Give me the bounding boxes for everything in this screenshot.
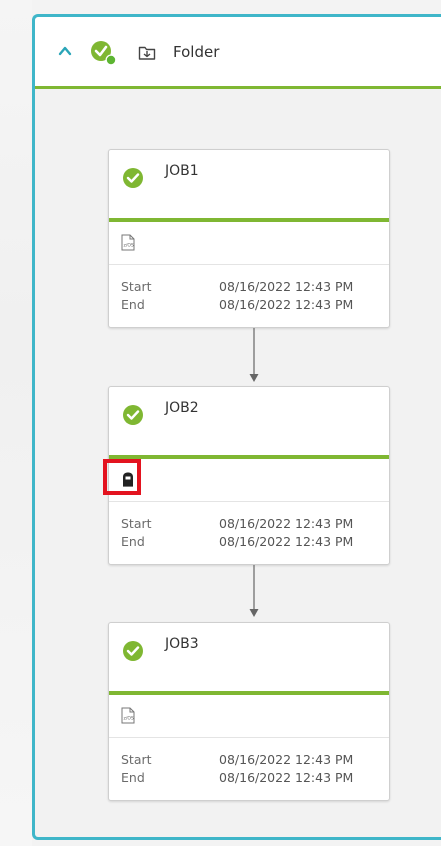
workflow-canvas: Folder JOB1 z/OS Start 08/16/2022 12:43 … <box>0 0 441 846</box>
start-label: Start <box>121 279 152 294</box>
status-ok-icon <box>123 641 143 661</box>
folder-title: Folder <box>173 43 220 61</box>
job-card-job1[interactable]: JOB1 z/OS Start 08/16/2022 12:43 PM End … <box>108 149 390 328</box>
job-name: JOB2 <box>165 400 199 416</box>
script-file-icon: z/OS <box>121 707 135 724</box>
sidebar-shade <box>0 0 32 846</box>
folder-header[interactable]: Folder <box>35 17 441 89</box>
end-label: End <box>121 297 145 312</box>
end-time: 08/16/2022 12:43 PM <box>219 534 354 549</box>
start-time: 08/16/2022 12:43 PM <box>219 752 354 767</box>
status-ok-icon <box>123 405 143 425</box>
end-label: End <box>121 770 145 785</box>
start-time: 08/16/2022 12:43 PM <box>219 516 354 531</box>
chevron-up-icon[interactable] <box>58 44 72 58</box>
svg-text:z/OS: z/OS <box>124 716 134 722</box>
end-time: 08/16/2022 12:43 PM <box>219 770 354 785</box>
flow-arrow <box>249 565 259 617</box>
job-name: JOB3 <box>165 636 199 652</box>
dummy-job-icon <box>123 472 133 487</box>
end-label: End <box>121 534 145 549</box>
flow-arrow <box>249 328 259 382</box>
end-time: 08/16/2022 12:43 PM <box>219 297 354 312</box>
start-time: 08/16/2022 12:43 PM <box>219 279 354 294</box>
job-card-job3[interactable]: JOB3 z/OS Start 08/16/2022 12:43 PM End … <box>108 622 390 801</box>
job-card-job2[interactable]: JOB2 Start 08/16/2022 12:43 PM End 08/16… <box>103 386 390 565</box>
status-ok-icon <box>91 41 117 66</box>
start-label: Start <box>121 752 152 767</box>
folder-icon <box>138 46 156 60</box>
job-name: JOB1 <box>165 163 199 179</box>
script-file-icon: z/OS <box>121 234 135 251</box>
svg-text:z/OS: z/OS <box>124 243 134 249</box>
start-label: Start <box>121 516 152 531</box>
status-ok-icon <box>123 168 143 188</box>
folder-container[interactable]: Folder JOB1 z/OS Start 08/16/2022 12:43 … <box>32 14 441 840</box>
